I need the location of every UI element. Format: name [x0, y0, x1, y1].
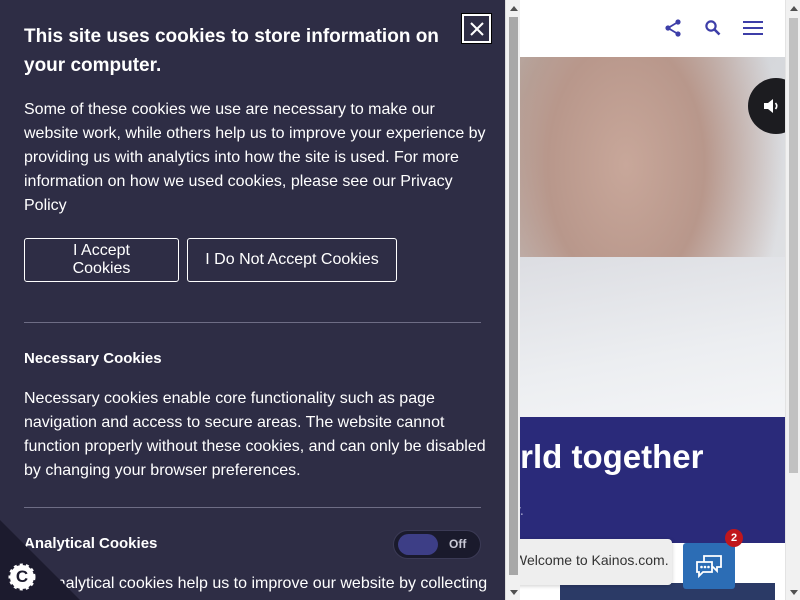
divider	[24, 507, 481, 508]
accept-cookies-button[interactable]: I Accept Cookies	[24, 238, 179, 282]
cookie-settings-button[interactable]: C	[0, 520, 80, 600]
cookie-intro-text: Some of these cookies we use are necessa…	[24, 101, 486, 214]
scroll-down-arrow-icon[interactable]	[786, 585, 800, 600]
scrollbar-thumb[interactable]	[789, 18, 798, 473]
toggle-state-label: Off	[449, 537, 467, 551]
cookie-badge-letter: C	[15, 567, 29, 586]
cookie-panel-scrollbar[interactable]	[505, 0, 520, 600]
close-button[interactable]	[462, 14, 491, 43]
cookie-consent-panel: This site uses cookies to store informat…	[0, 0, 505, 600]
share-icon[interactable]	[659, 14, 687, 42]
scroll-up-arrow-icon[interactable]	[786, 0, 800, 15]
analytical-cookies-toggle[interactable]: Off	[393, 530, 481, 559]
page-scrollbar[interactable]	[785, 0, 800, 600]
decline-cookies-button[interactable]: I Do Not Accept Cookies	[187, 238, 397, 282]
banner-title: orld together	[500, 438, 704, 475]
chat-button[interactable]	[683, 543, 735, 589]
cookie-panel-scrollbar-thumb[interactable]	[509, 17, 518, 575]
volume-icon	[764, 99, 778, 113]
necessary-cookies-title: Necessary Cookies	[24, 350, 162, 367]
cookie-panel-title: This site uses cookies to store informat…	[24, 26, 439, 76]
chat-notification-badge: 2	[725, 529, 743, 547]
analytical-cookies-text: Analytical cookies help us to improve ou…	[46, 575, 488, 592]
menu-icon[interactable]	[739, 14, 767, 42]
scroll-up-arrow-icon[interactable]	[506, 0, 521, 15]
necessary-cookies-text: Necessary cookies enable core functional…	[24, 390, 486, 479]
divider	[24, 322, 481, 323]
lower-image	[560, 583, 775, 600]
scroll-down-arrow-icon[interactable]	[506, 585, 521, 600]
close-icon	[469, 21, 484, 36]
toggle-knob	[398, 534, 438, 555]
search-icon[interactable]	[699, 14, 727, 42]
cookie-icon	[0, 520, 80, 600]
chat-greeting[interactable]: Welcome to Kainos.com.	[500, 539, 672, 585]
chat-icon	[696, 555, 722, 578]
